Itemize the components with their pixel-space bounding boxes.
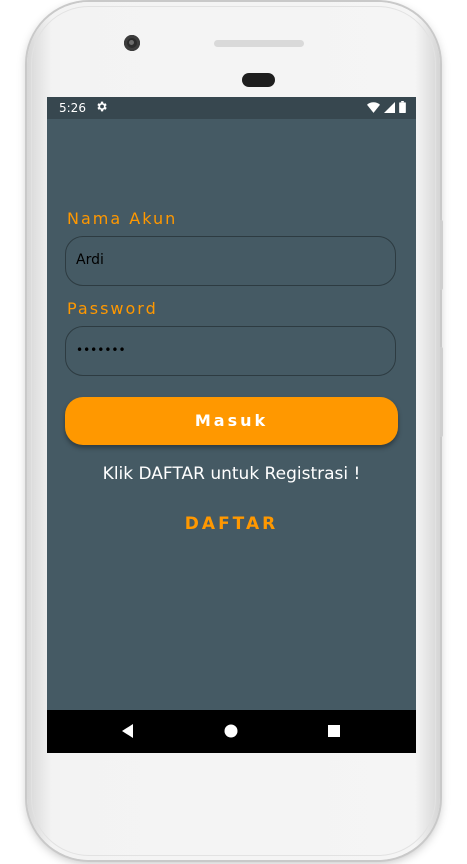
login-button[interactable]: Masuk — [65, 397, 398, 445]
recents-icon[interactable] — [326, 723, 344, 741]
front-camera — [124, 35, 140, 51]
username-value: Ardi — [76, 252, 104, 268]
battery-icon — [399, 101, 406, 113]
wifi-icon — [367, 101, 380, 113]
volume-button — [440, 347, 443, 437]
back-icon[interactable] — [120, 723, 138, 741]
status-bar: 5:26 — [47, 97, 416, 119]
navigation-bar — [47, 710, 416, 753]
status-icons — [367, 101, 406, 113]
signal-icon — [384, 101, 395, 113]
home-icon[interactable] — [223, 723, 241, 741]
power-button — [440, 220, 443, 290]
password-label: Password — [67, 299, 158, 318]
register-button[interactable]: DAFTAR — [47, 514, 416, 534]
gear-icon — [95, 100, 108, 113]
earpiece-speaker — [242, 73, 275, 87]
username-label: Nama Akun — [67, 209, 178, 228]
app-screen: 5:26 Nama Akun Ardi Password ••••••• Mas… — [47, 97, 416, 753]
password-field[interactable]: ••••••• — [65, 326, 396, 376]
register-hint: Klik DAFTAR untuk Registrasi ! — [102, 464, 361, 484]
password-value: ••••••• — [76, 343, 126, 357]
username-field[interactable]: Ardi — [65, 236, 396, 286]
status-time: 5:26 — [59, 101, 86, 115]
sensor-bar — [214, 40, 304, 47]
